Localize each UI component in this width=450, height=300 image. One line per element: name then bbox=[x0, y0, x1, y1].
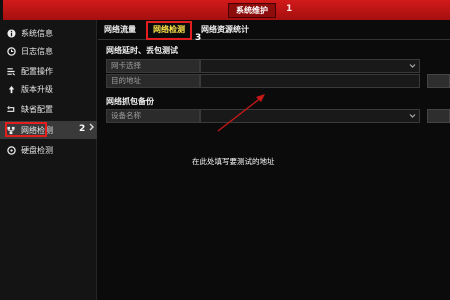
delay-test-heading: 网络延时、丢包测试 bbox=[106, 46, 178, 55]
window-title: 系统维护 bbox=[228, 3, 276, 18]
info-icon bbox=[6, 28, 16, 38]
sidebar-item-label: 日志信息 bbox=[21, 46, 53, 56]
sidebar-item-label: 缺省配置 bbox=[21, 104, 53, 114]
chevron-down-icon bbox=[409, 62, 416, 71]
device-name-label: 设备名称 bbox=[106, 109, 200, 123]
tab-network-resource-stats[interactable]: 网络资源统计 bbox=[201, 24, 249, 35]
annotation-marker-3: 3 bbox=[195, 33, 202, 43]
sidebar: 系统信息 日志信息 配置操作 版本升级 缺省配置 网络检测 2 硬盘检测 bbox=[0, 20, 97, 300]
device-name-dropdown[interactable] bbox=[200, 109, 420, 123]
sidebar-item-label: 版本升级 bbox=[21, 84, 53, 94]
annotation-highlight-box bbox=[5, 122, 47, 137]
sidebar-item-label: 配置操作 bbox=[21, 66, 53, 76]
capture-backup-heading: 网络抓包备份 bbox=[106, 97, 154, 106]
sidebar-item-system-info[interactable]: 系统信息 bbox=[0, 24, 97, 42]
clock-icon bbox=[6, 46, 16, 56]
sidebar-item-label: 系统信息 bbox=[21, 28, 53, 38]
dest-address-label: 目的地址 bbox=[106, 74, 200, 88]
sidebar-item-default-config[interactable]: 缺省配置 bbox=[0, 100, 97, 118]
annotation-tab-highlight-box bbox=[146, 21, 192, 40]
sidebar-item-config[interactable]: 配置操作 bbox=[0, 62, 97, 80]
sidebar-item-upgrade[interactable]: 版本升级 bbox=[0, 80, 97, 98]
sidebar-item-log-info[interactable]: 日志信息 bbox=[0, 42, 97, 60]
sidebar-item-network-detect[interactable]: 网络检测 2 bbox=[0, 121, 97, 139]
nic-select-label: 网卡选择 bbox=[106, 59, 200, 73]
reset-icon bbox=[6, 104, 16, 114]
nic-select-dropdown[interactable] bbox=[200, 59, 420, 73]
test-button[interactable] bbox=[427, 74, 450, 88]
title-bar: 系统维护 1 bbox=[0, 0, 450, 20]
chevron-down-icon bbox=[409, 112, 416, 121]
annotation-text: 在此处填写要测试的地址 bbox=[192, 157, 275, 166]
config-icon bbox=[6, 66, 16, 76]
chevron-right-icon bbox=[89, 123, 95, 134]
annotation-marker-1: 1 bbox=[286, 4, 293, 14]
upgrade-arrow-icon bbox=[6, 84, 16, 94]
title-bar-edge bbox=[0, 0, 3, 20]
backup-button[interactable] bbox=[427, 109, 450, 123]
disk-icon bbox=[6, 145, 16, 155]
tab-network-traffic[interactable]: 网络流量 bbox=[104, 24, 136, 35]
sidebar-item-label: 硬盘检测 bbox=[21, 145, 53, 155]
sidebar-item-disk-detect[interactable]: 硬盘检测 bbox=[0, 141, 97, 159]
dest-address-input[interactable] bbox=[200, 74, 420, 88]
annotation-marker-2: 2 bbox=[79, 124, 86, 134]
